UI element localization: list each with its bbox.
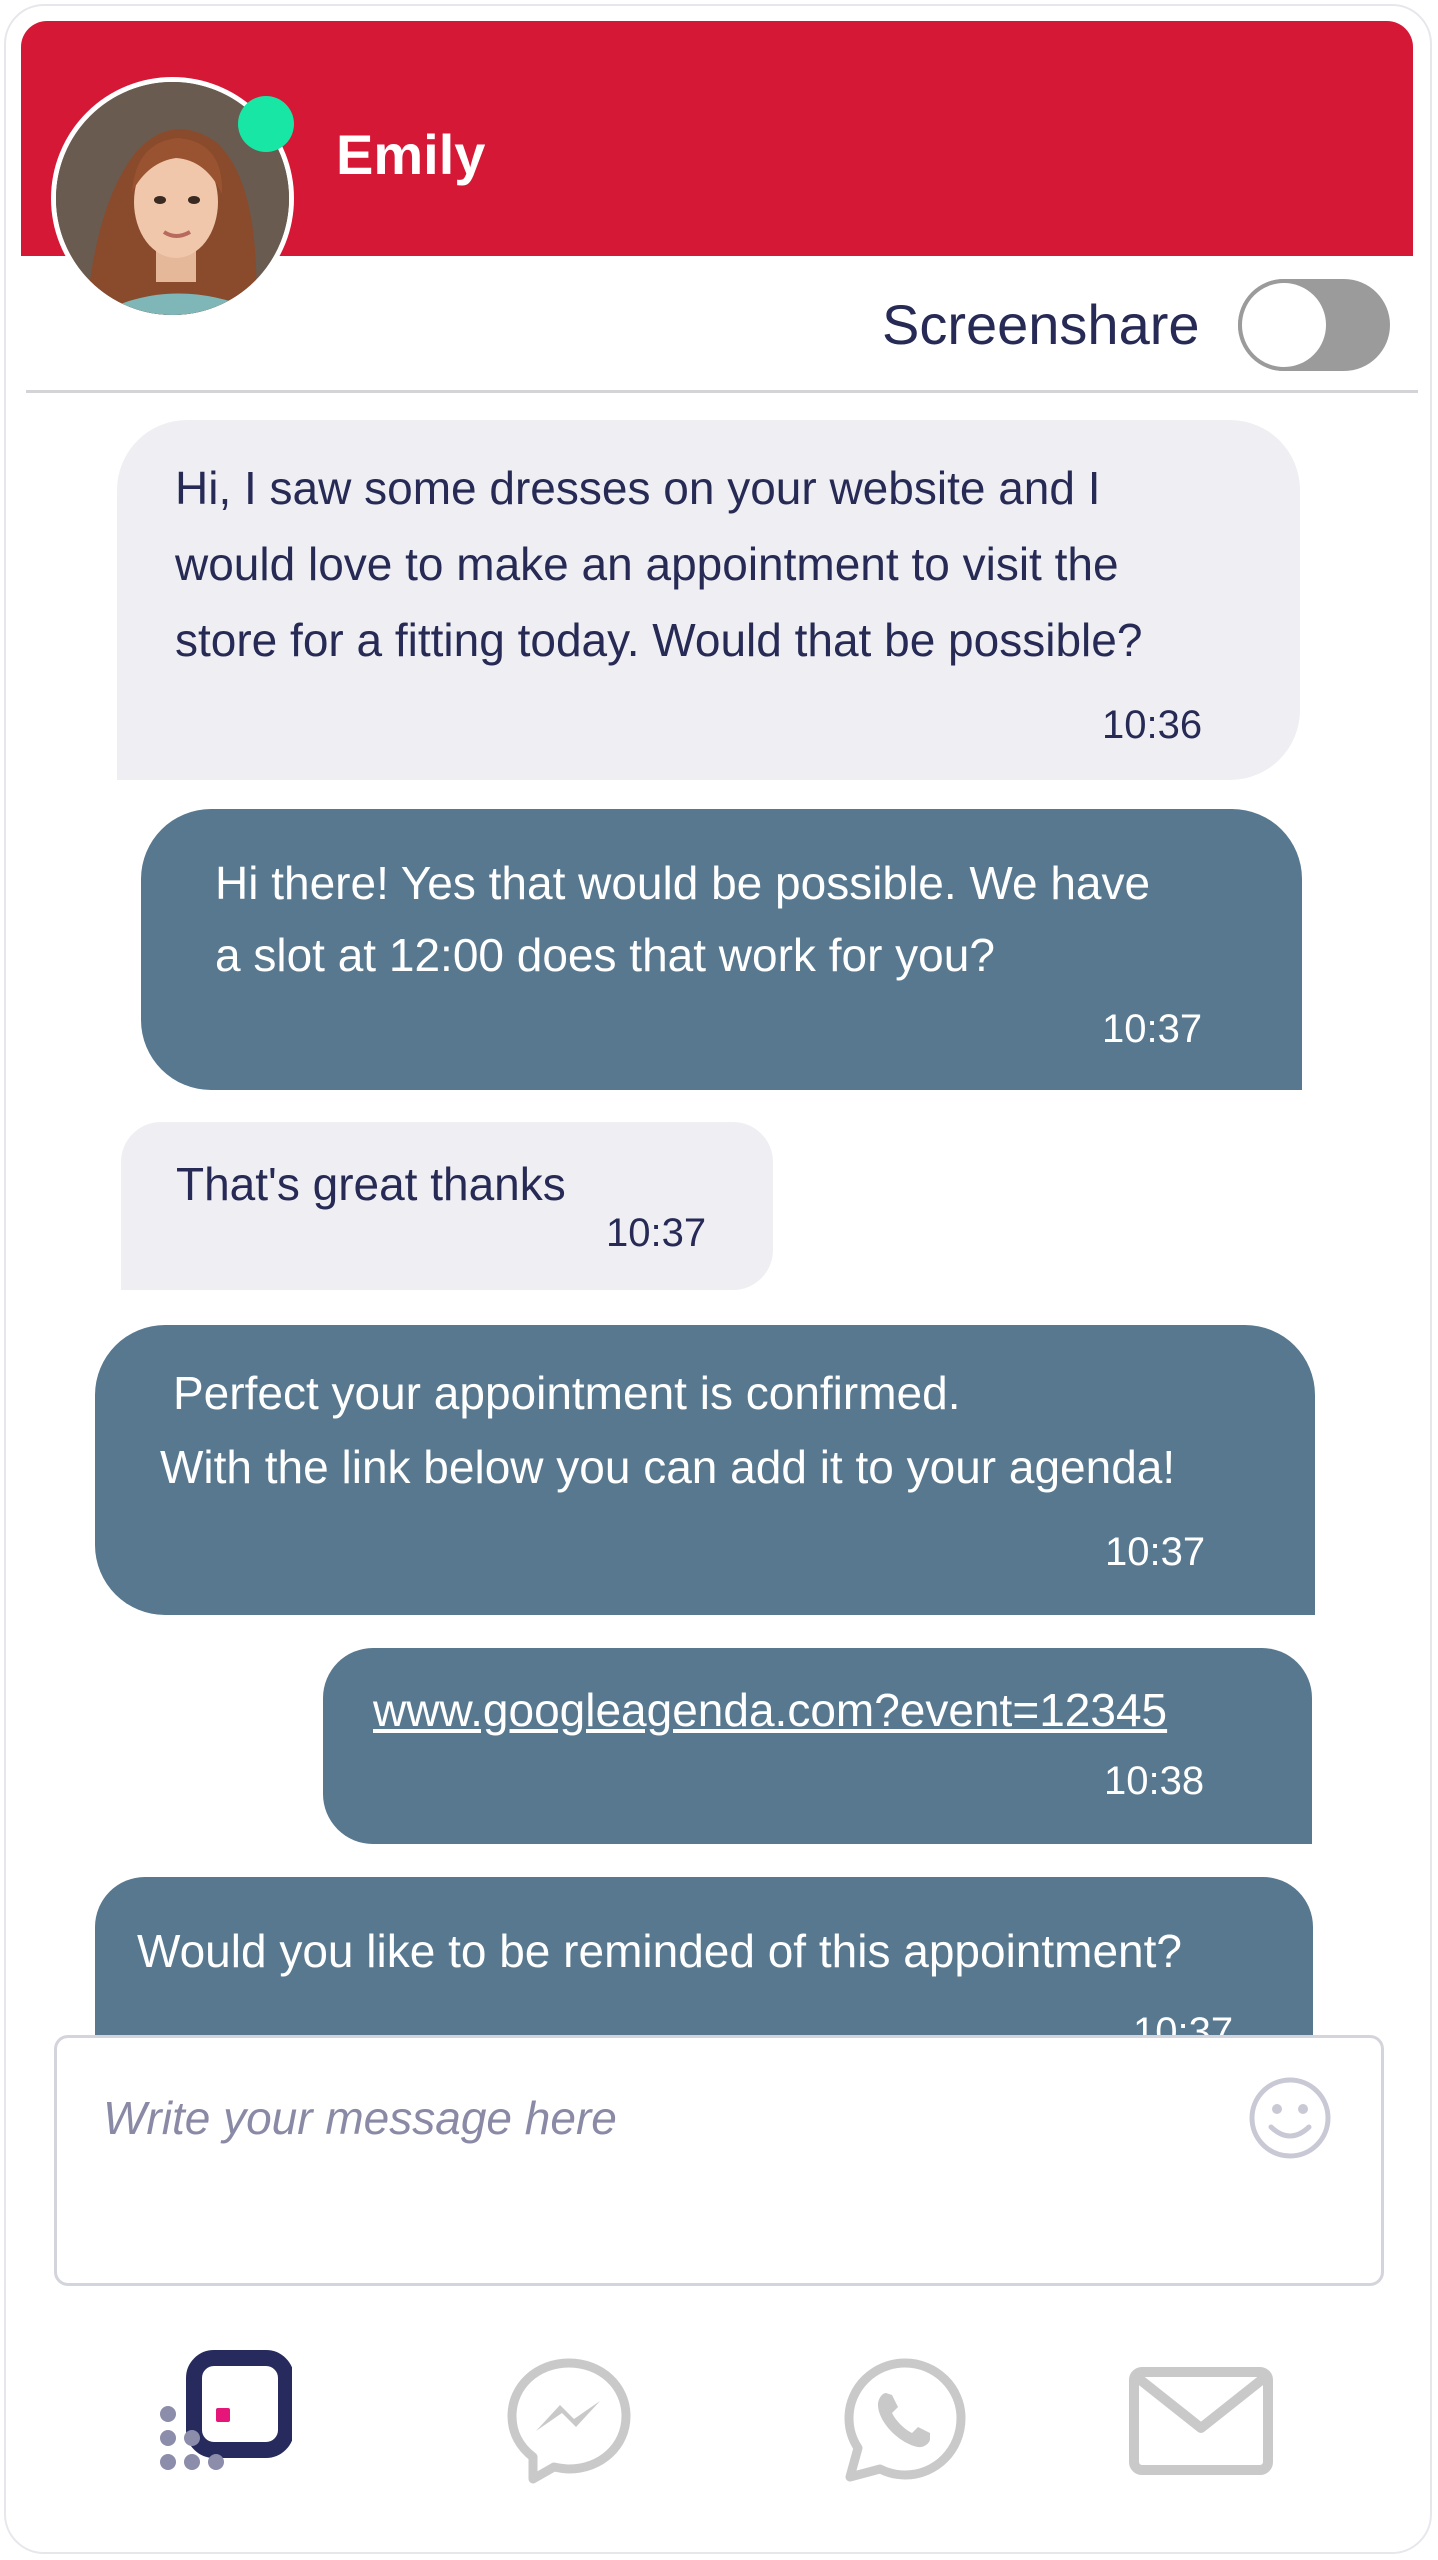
online-status-dot <box>238 96 294 152</box>
messenger-icon[interactable] <box>504 2355 634 2485</box>
whatsapp-icon[interactable] <box>840 2355 970 2485</box>
message-bubble-outgoing: www.googleagenda.com?event=12345 10:38 <box>323 1648 1312 1844</box>
message-bubble-incoming: Hi, I saw some dresses on your website a… <box>117 420 1300 780</box>
message-line: That's great thanks <box>176 1158 566 1210</box>
screenshare-label: Screenshare <box>882 293 1200 356</box>
message-composer <box>54 2035 1384 2286</box>
toggle-knob <box>1238 279 1330 371</box>
smiley-icon[interactable] <box>1245 2073 1335 2163</box>
message-time: 10:37 <box>1105 1530 1206 1574</box>
message-bubble-outgoing: Perfect your appointment is confirmed. W… <box>95 1325 1315 1615</box>
message-time: 10:38 <box>1104 1759 1205 1803</box>
message-time: 10:36 <box>1102 703 1203 747</box>
message-line: would love to make an appointment to vis… <box>175 538 1119 590</box>
message-line: With the link below you can add it to yo… <box>160 1441 1176 1493</box>
message-bubble-outgoing: Hi there! Yes that would be possible. We… <box>141 809 1302 1090</box>
message-bubble-outgoing: Would you like to be reminded of this ap… <box>95 1877 1313 2035</box>
message-time: 10:37 <box>606 1211 707 1255</box>
message-line: Hi, I saw some dresses on your website a… <box>175 462 1101 514</box>
contact-name: Emily <box>336 123 486 186</box>
message-time: 10:37 <box>1133 2010 1234 2035</box>
message-line: Perfect your appointment is confirmed. <box>173 1367 961 1419</box>
message-input[interactable] <box>103 2078 1203 2158</box>
message-list[interactable]: Hi, I saw some dresses on your website a… <box>0 393 1438 2035</box>
live-chat-icon[interactable] <box>152 2350 294 2490</box>
message-bubble-incoming: That's great thanks 10:37 <box>121 1122 773 1290</box>
message-line: Hi there! Yes that would be possible. We… <box>215 857 1151 909</box>
message-line: a slot at 12:00 does that work for you? <box>215 929 995 981</box>
message-line: Would you like to be reminded of this ap… <box>137 1925 1182 1977</box>
message-time: 10:37 <box>1102 1007 1203 1051</box>
screenshare-toggle[interactable] <box>1238 279 1390 371</box>
message-line: store for a fitting today. Would that be… <box>175 614 1143 666</box>
mail-icon[interactable] <box>1128 2366 1274 2476</box>
agenda-link[interactable]: www.googleagenda.com?event=12345 <box>373 1672 1167 1748</box>
